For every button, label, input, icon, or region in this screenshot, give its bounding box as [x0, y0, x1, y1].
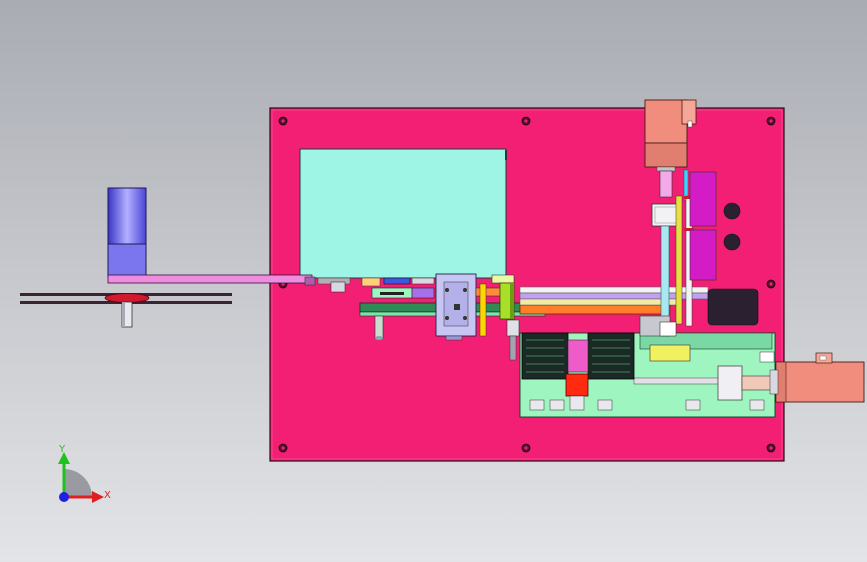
x-axis-label: X — [104, 490, 111, 501]
y-axis-label: Y — [58, 444, 66, 455]
pulley-belt[interactable] — [20, 293, 232, 328]
left-motor[interactable] — [107, 187, 147, 278]
x-axis-arrow-icon — [92, 491, 104, 503]
model-canvas[interactable]: Y X — [0, 0, 867, 562]
coordinate-triad: Y X — [58, 444, 111, 503]
slider-block[interactable] — [435, 273, 477, 341]
z-axis-origin-icon — [59, 492, 69, 502]
cad-viewport[interactable]: Y X — [0, 0, 867, 562]
cover-panel[interactable] — [299, 148, 507, 279]
